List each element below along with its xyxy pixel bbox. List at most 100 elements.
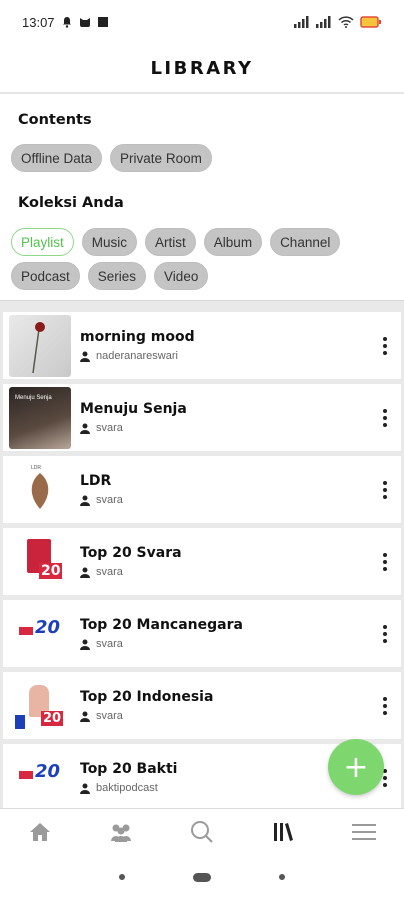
item-title: Top 20 Svara bbox=[80, 545, 182, 561]
item-owner: baktipodcast bbox=[80, 782, 375, 794]
item-title: morning mood bbox=[80, 329, 195, 345]
thumbnail-text: 20 bbox=[41, 710, 64, 726]
chip-album[interactable]: Album bbox=[203, 228, 263, 256]
more-options-icon[interactable] bbox=[375, 332, 395, 360]
list-item[interactable]: 20 Top 20 Svara svara bbox=[3, 528, 401, 595]
list-item[interactable]: 20 Top 20 Mancanegara svara bbox=[3, 600, 401, 667]
rose-image bbox=[32, 321, 45, 373]
thumbnail: LDR bbox=[9, 458, 71, 521]
thumbnail: 20 bbox=[9, 674, 71, 737]
user-icon bbox=[80, 423, 90, 434]
thumbnail-text: 20 bbox=[35, 760, 61, 782]
item-title: Top 20 Mancanegara bbox=[80, 617, 243, 633]
item-text: Top 20 Svara svara bbox=[80, 545, 375, 578]
cat-icon bbox=[79, 18, 90, 27]
recent-apps-button[interactable] bbox=[119, 874, 125, 880]
thumbnail-text: LDR bbox=[31, 464, 42, 471]
item-text: Menuju Senja svara bbox=[80, 401, 375, 434]
thumbnail: Menuju Senja bbox=[9, 386, 71, 449]
collection-chip-row-2: Podcast Series Video bbox=[0, 262, 404, 290]
more-options-icon[interactable] bbox=[375, 620, 395, 648]
more-options-icon[interactable] bbox=[375, 404, 395, 432]
wifi-icon bbox=[338, 16, 354, 28]
list-item[interactable]: morning mood naderanareswari bbox=[3, 312, 401, 379]
user-icon bbox=[80, 495, 90, 506]
user-icon bbox=[80, 783, 90, 794]
item-owner: svara bbox=[80, 638, 375, 650]
chip-artist[interactable]: Artist bbox=[145, 228, 196, 256]
item-title: LDR bbox=[80, 473, 112, 489]
item-owner: svara bbox=[80, 494, 375, 506]
thumbnail: 20 bbox=[9, 602, 71, 665]
system-nav-bar bbox=[0, 854, 404, 900]
contents-title: Contents bbox=[18, 112, 92, 128]
thumbnail: 20 bbox=[9, 530, 71, 593]
page-title: LIBRARY bbox=[150, 57, 254, 79]
item-text: Top 20 Indonesia svara bbox=[80, 689, 375, 722]
chip-series[interactable]: Series bbox=[87, 262, 147, 290]
chip-video[interactable]: Video bbox=[154, 262, 209, 290]
search-icon bbox=[190, 820, 213, 843]
nav-search[interactable] bbox=[182, 812, 222, 852]
collection-section: Koleksi Anda Playlist Music Artist Album… bbox=[0, 195, 404, 290]
item-owner: svara bbox=[80, 710, 375, 722]
more-options-icon[interactable] bbox=[375, 548, 395, 576]
header: LIBRARY bbox=[0, 44, 404, 94]
thumbnail-text: 20 bbox=[39, 562, 63, 579]
chip-channel[interactable]: Channel bbox=[270, 228, 341, 256]
user-icon bbox=[80, 639, 90, 650]
flag-shape bbox=[19, 626, 33, 635]
list-item[interactable]: LDR LDR svara bbox=[3, 456, 401, 523]
status-left: 13:07 bbox=[22, 15, 109, 30]
nav-menu[interactable] bbox=[344, 812, 384, 852]
item-owner: svara bbox=[80, 566, 375, 578]
contents-section: Contents Offline Data Private Room bbox=[0, 112, 404, 172]
add-button[interactable]: + bbox=[328, 739, 384, 795]
owner-name: baktipodcast bbox=[96, 782, 158, 794]
owner-name: svara bbox=[96, 710, 123, 722]
item-text: Top 20 Mancanegara svara bbox=[80, 617, 375, 650]
user-icon bbox=[80, 567, 90, 578]
collection-chip-row-1: Playlist Music Artist Album Channel bbox=[0, 228, 404, 256]
chip-music[interactable]: Music bbox=[81, 228, 138, 256]
nav-library[interactable] bbox=[263, 812, 303, 852]
item-owner: naderanareswari bbox=[80, 350, 375, 362]
more-options-icon[interactable] bbox=[375, 692, 395, 720]
flag-shape bbox=[19, 770, 33, 779]
owner-name: svara bbox=[96, 494, 123, 506]
collection-title: Koleksi Anda bbox=[18, 195, 124, 211]
signal-icon bbox=[294, 16, 309, 28]
chip-podcast[interactable]: Podcast bbox=[11, 262, 80, 290]
bottom-nav bbox=[0, 808, 404, 854]
bell-icon bbox=[62, 17, 71, 28]
nav-home[interactable] bbox=[20, 812, 60, 852]
status-right bbox=[294, 16, 382, 28]
owner-name: naderanareswari bbox=[96, 350, 178, 362]
chip-private-room[interactable]: Private Room bbox=[110, 144, 212, 172]
thumbnail-text: 20 bbox=[35, 616, 61, 638]
item-owner: svara bbox=[80, 422, 375, 434]
chip-playlist[interactable]: Playlist bbox=[11, 228, 74, 256]
nav-community[interactable] bbox=[101, 812, 141, 852]
owner-name: svara bbox=[96, 638, 123, 650]
contents-chip-row: Offline Data Private Room bbox=[0, 144, 404, 172]
item-text: morning mood naderanareswari bbox=[80, 329, 375, 362]
people-icon bbox=[111, 824, 132, 842]
thumbnail bbox=[9, 314, 71, 377]
user-icon bbox=[80, 351, 90, 362]
thumbnail-text: Menuju Senja bbox=[15, 394, 52, 401]
square-icon bbox=[97, 17, 108, 27]
status-bar: 13:07 bbox=[0, 0, 404, 44]
back-system-button[interactable] bbox=[279, 874, 285, 880]
decor-shape bbox=[15, 714, 25, 729]
list-item[interactable]: Menuju Senja Menuju Senja svara bbox=[3, 384, 401, 451]
owner-name: svara bbox=[96, 422, 123, 434]
library-icon bbox=[273, 822, 293, 841]
item-text: LDR svara bbox=[80, 473, 375, 506]
more-options-icon[interactable] bbox=[375, 476, 395, 504]
chip-offline-data[interactable]: Offline Data bbox=[11, 144, 103, 172]
home-system-button[interactable] bbox=[193, 872, 211, 882]
user-icon bbox=[80, 711, 90, 722]
list-item[interactable]: 20 Top 20 Indonesia svara bbox=[3, 672, 401, 739]
menu-icon bbox=[351, 823, 376, 840]
